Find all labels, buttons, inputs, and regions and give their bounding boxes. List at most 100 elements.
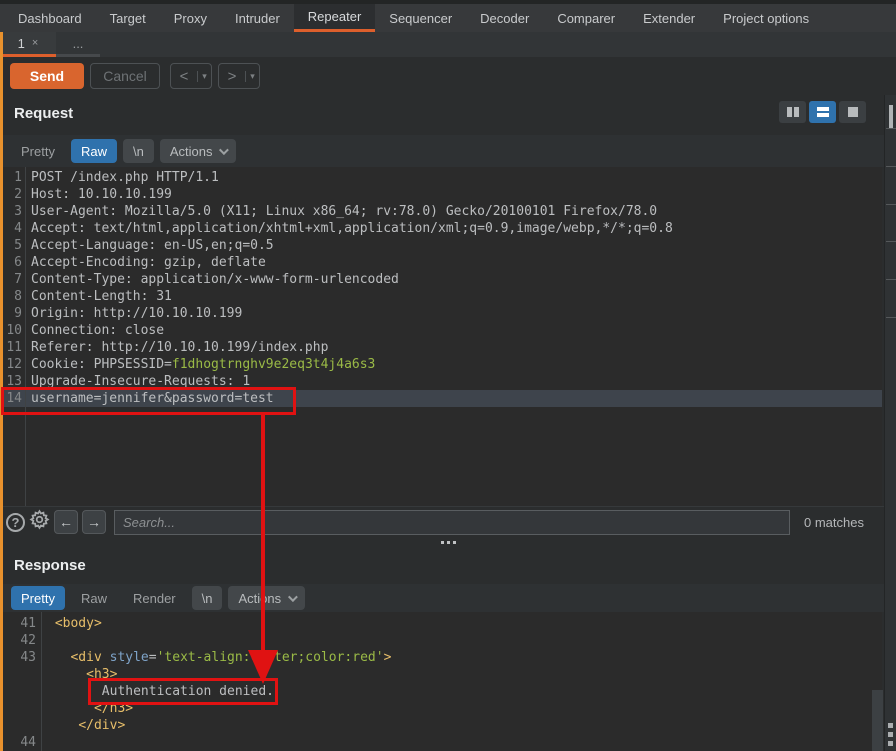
- response-tab-raw[interactable]: Raw: [71, 586, 117, 610]
- code-line[interactable]: 1POST /index.php HTTP/1.1: [3, 169, 882, 186]
- response-scrollbar-thumb[interactable]: [872, 690, 883, 751]
- back-dropdown-icon[interactable]: ▾: [197, 71, 211, 82]
- code-line[interactable]: 5Accept-Language: en-US,en;q=0.5: [3, 237, 882, 254]
- columns-layout-button[interactable]: [779, 101, 806, 123]
- menu-sequencer[interactable]: Sequencer: [375, 4, 466, 32]
- forward-history-button[interactable]: > ▾: [218, 63, 260, 89]
- code-text: <h3>: [36, 666, 117, 683]
- back-history-button[interactable]: < ▾: [170, 63, 212, 89]
- menu-project-options[interactable]: Project options: [709, 4, 823, 32]
- code-text: username=jennifer&password=test: [22, 390, 274, 407]
- request-actions-menu[interactable]: Actions: [160, 139, 237, 163]
- line-number: 1: [3, 169, 22, 186]
- request-tab-pretty[interactable]: Pretty: [11, 139, 65, 163]
- code-line[interactable]: 42: [3, 632, 882, 649]
- menu-decoder[interactable]: Decoder: [466, 4, 543, 32]
- repeater-toolbar: Send Cancel < ▾ > ▾: [0, 57, 896, 95]
- code-text: Authentication denied.: [36, 683, 274, 700]
- code-line[interactable]: Authentication denied.: [3, 683, 882, 700]
- code-text: Upgrade-Insecure-Requests: 1: [22, 373, 250, 390]
- code-line[interactable]: 41 <body>: [3, 615, 882, 632]
- code-text: </h3>: [36, 700, 133, 717]
- request-panel-header: Request: [3, 95, 884, 135]
- main-menu-bar: Dashboard Target Proxy Intruder Repeater…: [0, 4, 896, 32]
- line-number: 10: [3, 322, 22, 339]
- search-settings-gear-icon[interactable]: [29, 509, 50, 535]
- inspector-drag-handle-icon[interactable]: [888, 723, 893, 746]
- line-number: [3, 717, 36, 734]
- code-text: Accept: text/html,application/xhtml+xml,…: [22, 220, 673, 237]
- code-line[interactable]: 8Content-Length: 31: [3, 288, 882, 305]
- code-text: Host: 10.10.10.199: [22, 186, 172, 203]
- response-editor[interactable]: 41 <body>4243 <div style='text-align:cen…: [3, 612, 882, 751]
- close-tab-icon[interactable]: ×: [32, 37, 38, 49]
- code-line[interactable]: </h3>: [3, 700, 882, 717]
- request-view-tabs: Pretty Raw \n Actions: [3, 135, 884, 167]
- response-actions-label: Actions: [238, 591, 281, 606]
- code-line[interactable]: 44: [3, 734, 882, 751]
- response-panel-header: Response: [3, 547, 884, 584]
- code-text: <body>: [36, 615, 102, 632]
- inspector-collapsed-panel[interactable]: [884, 95, 896, 751]
- repeater-session-tab-1[interactable]: 1 ×: [0, 32, 56, 57]
- menu-comparer[interactable]: Comparer: [543, 4, 629, 32]
- previous-match-button[interactable]: ←: [54, 510, 78, 534]
- code-text: Content-Type: application/x-www-form-url…: [22, 271, 399, 288]
- response-tab-render[interactable]: Render: [123, 586, 186, 610]
- menu-target[interactable]: Target: [96, 4, 160, 32]
- code-line[interactable]: 7Content-Type: application/x-www-form-ur…: [3, 271, 882, 288]
- search-input[interactable]: [114, 510, 790, 535]
- send-button[interactable]: Send: [10, 63, 84, 89]
- forward-dropdown-icon[interactable]: ▾: [245, 71, 259, 82]
- code-line[interactable]: 14username=jennifer&password=test: [3, 390, 882, 407]
- line-number: 13: [3, 373, 22, 390]
- code-line[interactable]: 13Upgrade-Insecure-Requests: 1: [3, 373, 882, 390]
- next-match-button[interactable]: →: [82, 510, 106, 534]
- code-line[interactable]: </div>: [3, 717, 882, 734]
- code-line[interactable]: 12Cookie: PHPSESSID=f1dhogtrnghv9e2eq3t4…: [3, 356, 882, 373]
- code-text: Accept-Language: en-US,en;q=0.5: [22, 237, 274, 254]
- request-tab-raw[interactable]: Raw: [71, 139, 117, 163]
- code-line[interactable]: 43 <div style='text-align:center;color:r…: [3, 649, 882, 666]
- code-line[interactable]: 3User-Agent: Mozilla/5.0 (X11; Linux x86…: [3, 203, 882, 220]
- code-text: Content-Length: 31: [22, 288, 172, 305]
- code-line[interactable]: 9Origin: http://10.10.10.199: [3, 305, 882, 322]
- rows-layout-button[interactable]: [809, 101, 836, 123]
- code-text: Accept-Encoding: gzip, deflate: [22, 254, 266, 271]
- code-text: <div style='text-align:center;color:red'…: [36, 649, 391, 666]
- line-number: 14: [3, 390, 22, 407]
- code-line[interactable]: 2Host: 10.10.10.199: [3, 186, 882, 203]
- code-line[interactable]: <h3>: [3, 666, 882, 683]
- line-number: 8: [3, 288, 22, 305]
- code-line[interactable]: 10Connection: close: [3, 322, 882, 339]
- code-line[interactable]: 6Accept-Encoding: gzip, deflate: [3, 254, 882, 271]
- request-editor[interactable]: 1POST /index.php HTTP/1.12Host: 10.10.10…: [3, 167, 882, 506]
- line-number: 6: [3, 254, 22, 271]
- menu-repeater[interactable]: Repeater: [294, 4, 375, 32]
- chevron-down-icon: [288, 592, 298, 602]
- line-number: [3, 683, 36, 700]
- cancel-button[interactable]: Cancel: [90, 63, 160, 89]
- new-tab-button[interactable]: ...: [56, 32, 100, 57]
- single-pane-layout-button[interactable]: [839, 101, 866, 123]
- request-panel-title: Request: [14, 105, 73, 122]
- code-line[interactable]: 11Referer: http://10.10.10.199/index.php: [3, 339, 882, 356]
- response-tab-newline[interactable]: \n: [192, 586, 223, 610]
- panel-splitter-handle[interactable]: [0, 537, 896, 547]
- help-icon[interactable]: ?: [6, 513, 25, 532]
- request-actions-label: Actions: [170, 144, 213, 159]
- menu-extender[interactable]: Extender: [629, 4, 709, 32]
- response-tab-pretty[interactable]: Pretty: [11, 586, 65, 610]
- line-number: 9: [3, 305, 22, 322]
- response-actions-menu[interactable]: Actions: [228, 586, 305, 610]
- code-text: Connection: close: [22, 322, 164, 339]
- code-text: Referer: http://10.10.10.199/index.php: [22, 339, 328, 356]
- request-tab-newline[interactable]: \n: [123, 139, 154, 163]
- line-number: 11: [3, 339, 22, 356]
- menu-intruder[interactable]: Intruder: [221, 4, 294, 32]
- line-number: 3: [3, 203, 22, 220]
- menu-dashboard[interactable]: Dashboard: [4, 4, 96, 32]
- menu-proxy[interactable]: Proxy: [160, 4, 221, 32]
- code-line[interactable]: 4Accept: text/html,application/xhtml+xml…: [3, 220, 882, 237]
- rows-layout-icon: [817, 107, 829, 117]
